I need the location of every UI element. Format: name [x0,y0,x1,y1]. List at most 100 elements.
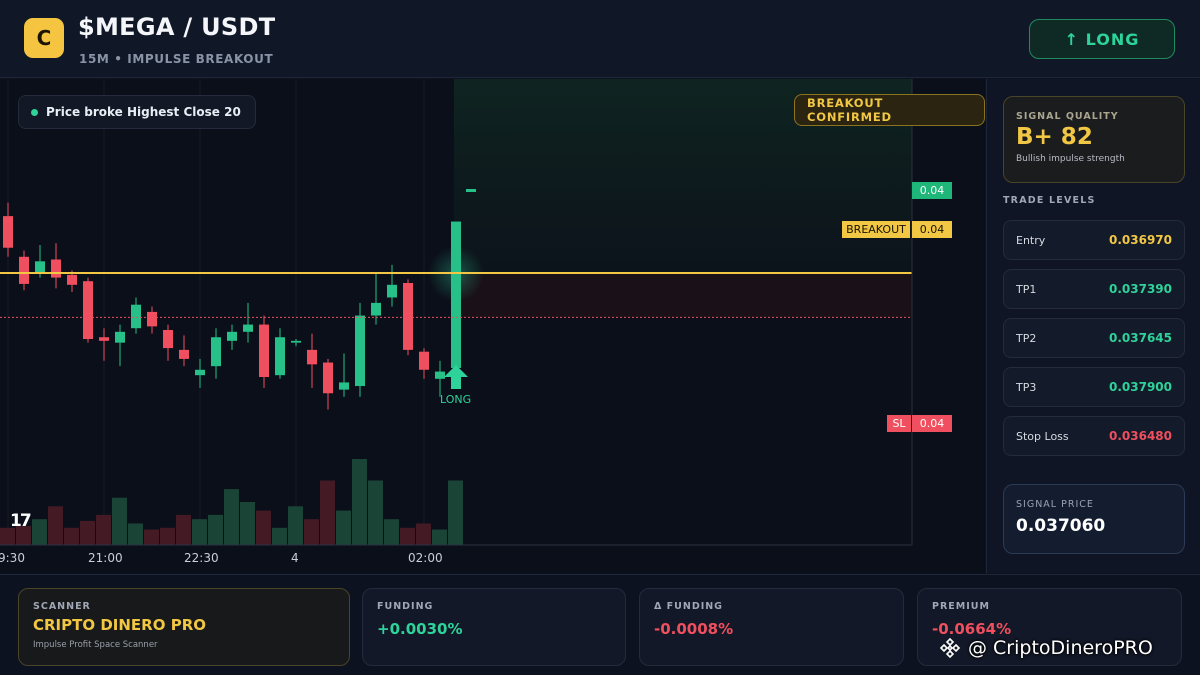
scanner-card: SCANNER CRIPTO DINERO PRO Impulse Profit… [18,588,350,666]
level-entry[interactable]: Entry 0.036970 [1003,220,1185,260]
candle-body[interactable] [466,189,476,192]
status-dot-icon [31,108,38,116]
volume-bar [448,480,463,545]
level-name: Entry [1016,233,1046,247]
candle-body[interactable] [419,351,429,370]
volume-bar [80,520,95,545]
signal-quality-value: B+ 82 [1016,124,1093,150]
signal-quality-label: SIGNAL QUALITY [1016,111,1119,122]
scanner-desc: Impulse Profit Space Scanner [33,640,158,650]
risk-zone [454,273,912,318]
volume-bar [256,510,271,545]
candle-body[interactable] [19,256,29,284]
sl-price-tag: 0.04 [912,415,952,432]
candle-body[interactable] [355,315,365,387]
candle-body[interactable] [163,330,173,349]
long-button[interactable]: ↑ LONG [1029,19,1175,59]
volume-bar [176,514,191,545]
candle-body[interactable] [35,261,45,273]
price-chart[interactable]: Price broke Highest Close 20 BREAKOUT CO… [0,79,985,573]
premium-label: PREMIUM [932,601,990,612]
level-name: Stop Loss [1016,429,1069,443]
level-value: 0.037645 [1108,331,1172,345]
candle-body[interactable] [387,284,397,298]
candle-body[interactable] [291,340,301,343]
app-logo: C [24,18,64,58]
breakout-label-tag: BREAKOUT [842,221,910,238]
candle-body[interactable] [3,216,13,248]
x-tick: 4 [291,551,299,565]
volume-bar [304,519,319,545]
pair-subtitle: 15M • IMPULSE BREAKOUT [79,52,274,66]
current-price-tag: 0.04 [912,182,952,199]
delta-funding-label: Δ FUNDING [654,601,723,612]
trade-levels-title: TRADE LEVELS [1003,195,1096,206]
funding-value: +0.0030% [377,620,463,638]
candle-body[interactable] [67,274,77,285]
candle-body[interactable] [451,221,461,368]
candle-body[interactable] [147,311,157,327]
volume-bar [64,527,79,545]
volume-bar [32,519,47,545]
volume-bar [416,523,431,545]
candle-body[interactable] [243,324,253,332]
level-name: TP1 [1016,282,1037,296]
volume-bar [128,523,143,545]
volume-bar [112,497,127,545]
level-value: 0.037900 [1108,380,1172,394]
level-tp1[interactable]: TP1 0.037390 [1003,269,1185,309]
breakout-confirmed-badge: BREAKOUT CONFIRMED [794,94,985,126]
volume-bar [96,514,111,545]
candle-body[interactable] [211,337,221,367]
candle-body[interactable] [307,349,317,365]
funding-label: FUNDING [377,601,434,612]
signal-price-card: SIGNAL PRICE 0.037060 [1003,484,1185,554]
x-tick: 02:00 [408,551,443,565]
breakout-price-tag: 0.04 [912,221,952,238]
long-marker-label: LONG [440,393,472,406]
volume-bar [272,527,287,545]
candle-body[interactable] [227,331,237,341]
binance-icon [939,637,961,659]
candle-body[interactable] [83,281,93,340]
volume-bar [320,480,335,545]
volume-bar [240,502,255,545]
signal-price-value: 0.037060 [1016,516,1106,536]
funding-card: FUNDING +0.0030% [362,588,626,666]
volume-bar [160,527,175,545]
volume-bar [432,529,447,545]
candle-body[interactable] [195,369,205,376]
volume-bar [48,506,63,545]
pair-title: $MEGA / USDT [78,13,276,41]
volume-bar [208,514,223,545]
x-tick: 22:30 [184,551,219,565]
level-tp3[interactable]: TP3 0.037900 [1003,367,1185,407]
candle-body[interactable] [403,283,413,350]
breakout-chip-text: Price broke Highest Close 20 [46,105,241,119]
tradingview-logo-icon[interactable]: 17 [10,511,32,531]
x-tick: 9:30 [0,551,25,565]
candle-body[interactable] [179,349,189,359]
candle-body[interactable] [323,362,333,394]
scanner-value: CRIPTO DINERO PRO [33,616,206,634]
level-stop-loss[interactable]: Stop Loss 0.036480 [1003,416,1185,456]
candle-body[interactable] [115,331,125,343]
x-tick: 21:00 [88,551,123,565]
candle-body[interactable] [131,304,141,329]
candle-body[interactable] [99,337,109,341]
candle-body[interactable] [339,382,349,390]
candle-body[interactable] [259,324,269,377]
candle-body[interactable] [51,259,61,278]
level-value: 0.036970 [1108,233,1172,247]
level-value: 0.037390 [1108,282,1172,296]
volume-bar [192,519,207,545]
signal-price-label: SIGNAL PRICE [1016,499,1094,510]
level-tp2[interactable]: TP2 0.037645 [1003,318,1185,358]
signal-quality-desc: Bullish impulse strength [1016,154,1125,164]
candle-body[interactable] [435,371,445,379]
signal-panel: SIGNAL QUALITY B+ 82 Bullish impulse str… [986,79,1200,573]
watermark-text: @ CriptoDineroPRO [968,637,1153,659]
candle-body[interactable] [371,302,381,316]
candlestick-chart[interactable] [0,79,985,573]
candle-body[interactable] [275,337,285,376]
